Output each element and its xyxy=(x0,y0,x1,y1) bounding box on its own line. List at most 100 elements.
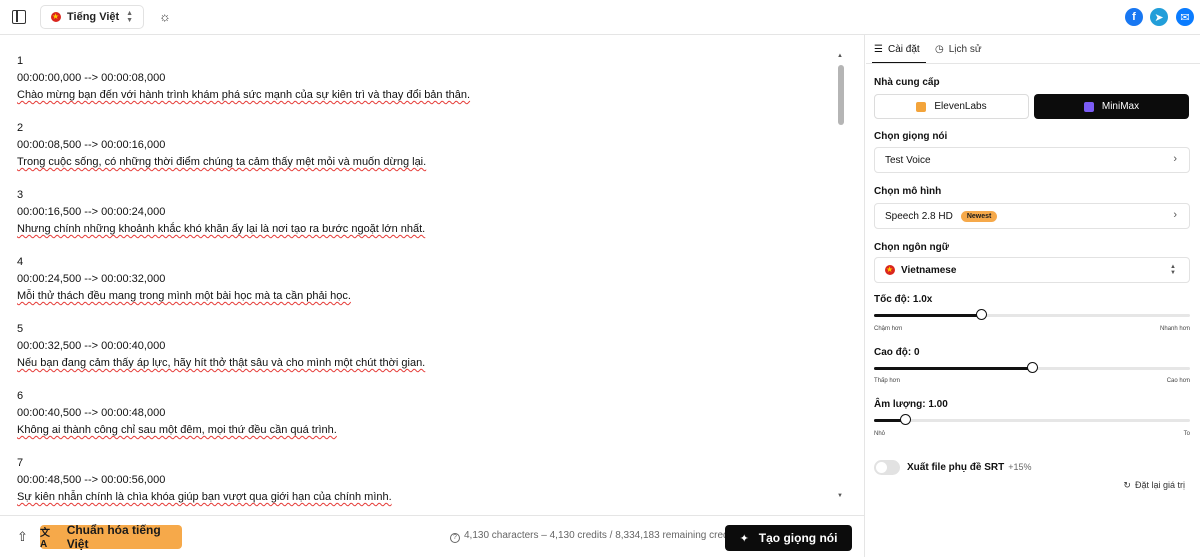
scrollbar-thumb[interactable] xyxy=(838,65,844,125)
interface-language-select[interactable]: Tiếng Việt ▲▼ xyxy=(40,5,144,29)
generate-voice-button[interactable]: ✦ Tạo giọng nói xyxy=(725,525,852,551)
subtitle-block[interactable]: 5 00:00:32,500 --> 00:00:40,000 Nếu bạn đa… xyxy=(17,321,827,388)
elevenlabs-icon xyxy=(916,101,927,112)
subtitle-time: 00:00:24,500 --> 00:00:32,000 xyxy=(17,273,166,285)
tts-language-value: Vietnamese xyxy=(901,264,957,276)
info-icon: ? xyxy=(450,533,460,543)
pitch-label: Cao độ: 0 xyxy=(874,347,920,358)
reset-label: Đặt lại giá trị xyxy=(1134,480,1185,490)
telegram-icon[interactable]: ➤ xyxy=(1150,8,1168,26)
subtitle-time: 00:00:16,500 --> 00:00:24,000 xyxy=(17,206,166,218)
scroll-up-icon[interactable]: ▲ xyxy=(837,53,843,59)
speed-slider[interactable] xyxy=(874,309,1190,321)
reset-icon: ↻ xyxy=(1123,480,1131,490)
sidebar-toggle-icon[interactable] xyxy=(12,10,26,24)
subtitle-time: 00:00:08,500 --> 00:00:16,000 xyxy=(17,139,166,151)
srt-export-label: Xuất file phụ đề SRT +15% xyxy=(907,462,1032,473)
chevron-up-down-icon: ▲ ▼ xyxy=(126,10,133,24)
model-select[interactable]: Speech 2.8 HD Newest › xyxy=(874,203,1190,229)
newest-badge: Newest xyxy=(960,210,998,222)
volume-min-label: Nhỏ xyxy=(874,431,886,437)
tab-settings-label: Cài đặt xyxy=(887,44,920,55)
credits-text: 4,130 characters – 4,130 credits / 8,334… xyxy=(464,530,739,541)
pitch-max-label: Cao hơn xyxy=(1166,378,1190,384)
interface-language-label: Tiếng Việt xyxy=(67,11,120,23)
bottom-bar: ⇧ 文A Chuẩn hóa tiếng Việt ? 4,130 charact… xyxy=(0,515,865,557)
provider-elevenlabs-button[interactable]: ElevenLabs xyxy=(874,94,1029,119)
sliders-icon: ☰ xyxy=(874,44,883,55)
subtitle-text: Mỗi thử thách đều mang trong mình một bà… xyxy=(17,290,351,302)
language-label: Chọn ngôn ngữ xyxy=(874,242,949,253)
volume-label: Âm lượng: 1.00 xyxy=(874,399,948,410)
subtitle-index: 5 xyxy=(17,323,24,335)
volume-max-label: To xyxy=(1183,431,1190,437)
voice-value: Test Voice xyxy=(885,154,931,166)
tabs-divider xyxy=(866,63,1200,64)
subtitle-index: 3 xyxy=(17,189,24,201)
generate-label: Tạo giọng nói xyxy=(758,531,838,545)
subtitle-block[interactable]: 3 00:00:16,500 --> 00:00:24,000 Nhưng chín… xyxy=(17,187,827,254)
pitch-min-label: Thấp hơn xyxy=(874,378,900,384)
srt-editor[interactable]: 1 00:00:00,000 --> 00:00:08,000 Chào mừng … xyxy=(0,35,865,515)
srt-export-toggle[interactable] xyxy=(874,460,900,475)
reset-button[interactable]: ↻ Đặt lại giá trị xyxy=(1123,480,1185,491)
tab-history[interactable]: ◷ Lịch sử xyxy=(935,44,982,55)
sparkle-icon: ✦ xyxy=(739,532,749,545)
subtitle-block[interactable]: 6 00:00:40,500 --> 00:00:48,000 Không ai t… xyxy=(17,388,827,455)
settings-panel: ☰ Cài đặt ◷ Lịch sử Nhà cung cấp ElevenL… xyxy=(866,35,1200,557)
sun-icon[interactable]: ☼ xyxy=(158,10,172,24)
provider-elevenlabs-label: ElevenLabs xyxy=(934,101,987,112)
minimax-icon xyxy=(1083,101,1094,112)
subtitle-text: Chào mừng bạn đến với hành trình khám ph… xyxy=(17,89,471,101)
voice-label: Chọn giọng nói xyxy=(874,131,948,142)
voice-select[interactable]: Test Voice › xyxy=(874,147,1190,173)
provider-minimax-button[interactable]: MiniMax xyxy=(1034,94,1189,119)
subtitle-text: Nếu bạn đang cảm thấy áp lực, hãy hít th… xyxy=(17,357,426,369)
subtitle-index: 1 xyxy=(17,55,24,67)
facebook-icon[interactable]: f xyxy=(1125,8,1143,26)
scroll-down-icon[interactable]: ▼ xyxy=(837,493,843,499)
chevron-up-down-icon: ▲ ▼ xyxy=(1170,264,1176,276)
vietnam-flag-icon xyxy=(51,10,61,24)
srt-text[interactable]: 1 00:00:00,000 --> 00:00:08,000 Chào mừng … xyxy=(17,53,827,515)
chevron-right-icon: › xyxy=(1173,209,1177,221)
volume-slider-thumb[interactable] xyxy=(900,414,912,425)
normalize-label: Chuẩn hóa tiếng Việt xyxy=(66,523,161,551)
subtitle-index: 4 xyxy=(17,256,24,268)
srt-export-extra: +15% xyxy=(1008,462,1032,472)
editor-scrollbar[interactable]: ▲ ▼ xyxy=(837,53,844,499)
chevron-right-icon: › xyxy=(1173,153,1177,165)
subtitle-block[interactable]: 2 00:00:08,500 --> 00:00:16,000 Trong cuộc… xyxy=(17,120,827,187)
subtitle-block[interactable]: 7 00:00:48,500 --> 00:00:56,000 Sự kiên nh… xyxy=(17,455,827,515)
clock-icon: ◷ xyxy=(935,44,944,55)
subtitle-time: 00:00:40,500 --> 00:00:48,000 xyxy=(17,407,166,419)
pitch-slider-thumb[interactable] xyxy=(1026,362,1038,373)
speed-label: Tốc độ: 1.0x xyxy=(874,294,933,305)
subtitle-text: Sự kiên nhẫn chính là chìa khóa giúp bạn… xyxy=(17,491,392,503)
provider-minimax-label: MiniMax xyxy=(1101,101,1140,112)
subtitle-index: 6 xyxy=(17,390,24,402)
tts-language-select[interactable]: Vietnamese ▲▼ xyxy=(874,257,1190,283)
model-value: Speech 2.8 HD xyxy=(885,210,953,222)
upload-icon[interactable]: ⇧ xyxy=(17,530,29,544)
subtitle-time: 00:00:48,500 --> 00:00:56,000 xyxy=(17,474,166,486)
panel-tabs: ☰ Cài đặt ◷ Lịch sử xyxy=(866,35,1200,64)
subtitle-text: Không ai thành công chỉ sau một đêm, mọi… xyxy=(17,424,337,436)
subtitle-index: 7 xyxy=(17,457,24,469)
tab-settings[interactable]: ☰ Cài đặt xyxy=(874,44,920,55)
subtitle-block[interactable]: 1 00:00:00,000 --> 00:00:08,000 Chào mừng … xyxy=(17,53,827,120)
credits-info: ? 4,130 characters – 4,130 credits / 8,33… xyxy=(450,530,739,543)
vietnam-flag-icon xyxy=(885,263,895,277)
subtitle-block[interactable]: 4 00:00:24,500 --> 00:00:32,000 Mỗi thử th… xyxy=(17,254,827,321)
tab-history-label: Lịch sử xyxy=(948,44,982,55)
pitch-slider[interactable] xyxy=(874,362,1190,374)
srt-export-text: Xuất file phụ đề SRT xyxy=(907,462,1005,473)
translate-icon: 文A xyxy=(40,528,50,550)
top-bar: Tiếng Việt ▲▼ ☼ f ➤ ✉ xyxy=(0,0,1200,35)
messenger-icon[interactable]: ✉ xyxy=(1176,8,1194,26)
volume-slider[interactable] xyxy=(874,414,1190,426)
provider-label: Nhà cung cấp xyxy=(874,77,940,88)
speed-slider-thumb[interactable] xyxy=(975,309,987,320)
normalize-vietnamese-button[interactable]: 文A Chuẩn hóa tiếng Việt xyxy=(40,523,182,551)
subtitle-text: Nhưng chính những khoảnh khắc khó khăn ấ… xyxy=(17,223,426,235)
